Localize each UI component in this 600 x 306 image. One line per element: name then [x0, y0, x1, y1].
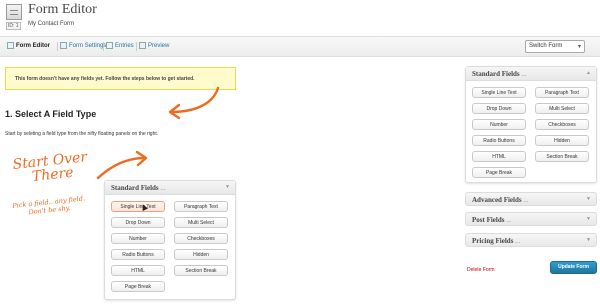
editor-toolbar: Form Editor Form Settings Entries Previe… — [0, 36, 600, 57]
page-title: Form Editor — [28, 2, 97, 17]
toolbar-divider — [136, 42, 137, 51]
field-button-checkboxes[interactable]: Checkboxes — [174, 233, 228, 244]
toolbar-divider — [57, 42, 58, 51]
form-editor-page: ID: 1 Form Editor My Contact Form Form E… — [0, 0, 600, 306]
toolbar-divider — [103, 42, 104, 51]
field-button-page-break[interactable]: Page Break — [472, 167, 526, 178]
field-button-single-line-text[interactable]: Single Line Text — [111, 201, 165, 212]
sidebar-panel-title: Standard Fields — [472, 70, 520, 78]
collapse-icon[interactable]: ▲ — [586, 70, 591, 76]
preview-icon — [139, 42, 146, 49]
field-button-drop-down[interactable]: Drop Down — [111, 217, 165, 228]
field-button-radio-buttons[interactable]: Radio Buttons — [111, 249, 165, 260]
panel-dots: ... — [521, 70, 527, 78]
step-title: 1. Select A Field Type — [5, 109, 97, 119]
sidebar-panel-header[interactable]: Standard Fields ... ▲ — [466, 67, 596, 81]
field-button-section-break[interactable]: Section Break — [535, 151, 589, 162]
field-button-hidden[interactable]: Hidden — [174, 249, 228, 260]
handwritten-start-over: Start Over There — [12, 149, 89, 186]
panel-dots: ... — [515, 237, 521, 245]
field-button-checkboxes[interactable]: Checkboxes — [535, 119, 589, 130]
switch-form-select[interactable]: Switch Form ▾ — [525, 40, 585, 53]
field-button-number[interactable]: Number — [111, 233, 165, 244]
update-form-button[interactable]: Update Form — [550, 261, 597, 274]
toolbar-form-editor-label: Form Editor — [16, 42, 50, 49]
toolbar-preview[interactable]: Preview — [139, 42, 169, 49]
field-button-single-line-text[interactable]: Single Line Text — [472, 87, 526, 98]
pricing-fields-title: Pricing Fields — [472, 237, 514, 245]
arrow-to-panel-icon — [96, 150, 148, 180]
form-editor-icon — [6, 4, 22, 20]
collapse-icon[interactable]: ▼ — [225, 184, 230, 190]
post-fields-title: Post Fields — [472, 216, 505, 224]
toolbar-preview-label: Preview — [148, 42, 170, 49]
field-button-paragraph-text[interactable]: Paragraph Text — [174, 201, 228, 212]
delete-form-link[interactable]: Delete Form — [467, 267, 495, 273]
field-button-page-break[interactable]: Page Break — [111, 281, 165, 292]
post-fields-panel[interactable]: Post Fields ... ▼ — [465, 212, 597, 226]
handwritten-pick-field: Pick a field.. any field. Don't be shy. — [12, 194, 86, 218]
field-button-multi-select[interactable]: Multi Select — [174, 217, 228, 228]
toolbar-form-settings[interactable]: Form Settings — [60, 42, 106, 49]
floating-panel-title: Standard Fields — [111, 184, 159, 192]
toolbar-form-settings-label: Form Settings — [69, 42, 107, 49]
expand-icon[interactable]: ▼ — [586, 216, 591, 222]
floating-standard-fields-panel: Standard Fields ... ▼ Single Line Text Pa… — [104, 180, 236, 300]
field-button-multi-select[interactable]: Multi Select — [535, 103, 589, 114]
sidebar-standard-fields-panel: Standard Fields ... ▲ Single Line Text Pa… — [465, 66, 597, 183]
field-button-radio-buttons[interactable]: Radio Buttons — [472, 135, 526, 146]
empty-form-notice: This form doesn't have any fields yet. F… — [5, 67, 236, 90]
field-button-paragraph-text[interactable]: Paragraph Text — [535, 87, 589, 98]
field-button-html[interactable]: HTML — [111, 265, 165, 276]
pricing-fields-panel[interactable]: Pricing Fields ... ▼ — [465, 233, 597, 247]
settings-icon — [60, 42, 67, 49]
advanced-fields-title: Advanced Fields — [472, 196, 522, 204]
field-button-number[interactable]: Number — [472, 119, 526, 130]
arrow-to-title-icon — [168, 86, 220, 120]
panel-dots: ... — [506, 216, 512, 224]
entries-icon — [106, 42, 113, 49]
panel-dots: ... — [523, 196, 529, 204]
field-button-hidden[interactable]: Hidden — [535, 135, 589, 146]
toolbar-entries[interactable]: Entries — [106, 42, 134, 49]
field-button-drop-down[interactable]: Drop Down — [472, 103, 526, 114]
field-button-html[interactable]: HTML — [472, 151, 526, 162]
field-button-section-break[interactable]: Section Break — [174, 265, 228, 276]
expand-icon[interactable]: ▼ — [586, 196, 591, 202]
form-editor-icon — [7, 42, 14, 49]
form-id-badge: ID: 1 — [6, 22, 21, 30]
chevron-down-icon: ▾ — [577, 44, 581, 50]
form-name: My Contact Form — [28, 21, 75, 27]
advanced-fields-panel[interactable]: Advanced Fields ... ▼ — [465, 192, 597, 206]
switch-form-label: Switch Form — [529, 43, 563, 49]
toolbar-form-editor[interactable]: Form Editor — [7, 42, 50, 49]
step-description: Start by seleting a field type from the … — [5, 131, 159, 137]
expand-icon[interactable]: ▼ — [586, 237, 591, 243]
toolbar-entries-label: Entries — [115, 42, 134, 49]
panel-dots: ... — [160, 184, 166, 192]
floating-panel-header[interactable]: Standard Fields ... ▼ — [105, 181, 235, 195]
